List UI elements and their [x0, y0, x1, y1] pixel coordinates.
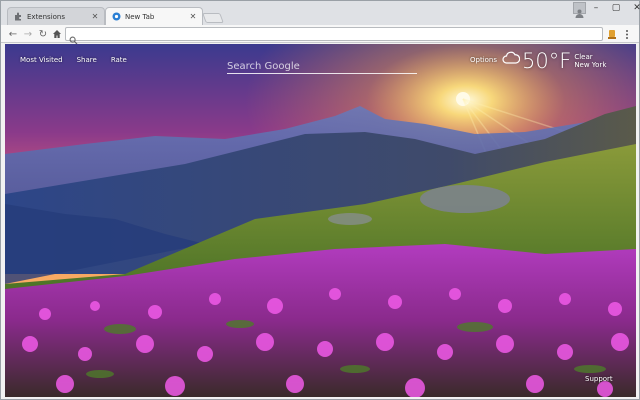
most-visited-link[interactable]: Most Visited	[20, 56, 63, 64]
menu-dots-icon[interactable]	[621, 28, 633, 40]
extension-icon[interactable]	[606, 28, 618, 40]
weather-temperature: 50°F	[522, 49, 572, 73]
new-tab-button[interactable]	[202, 13, 224, 23]
close-window-icon[interactable]: ✕	[626, 1, 640, 15]
new-tab-page: Most Visited Share Rate Options 50°F Cle…	[5, 44, 636, 397]
weather-condition: Clear	[574, 53, 593, 61]
toolbar: ← → ↻	[1, 25, 639, 45]
home-icon[interactable]	[51, 28, 63, 40]
maximize-icon[interactable]: ▢	[606, 1, 626, 15]
weather-city: New York	[574, 61, 607, 69]
tab-new-tab[interactable]: New Tab ✕	[105, 7, 203, 25]
support-link[interactable]: Support	[585, 375, 613, 383]
close-tab-icon[interactable]: ✕	[90, 12, 100, 22]
cloud-icon	[502, 50, 521, 69]
weather-location: Clear New York	[574, 53, 606, 69]
close-tab-icon[interactable]: ✕	[188, 12, 198, 22]
forward-arrow-icon[interactable]: →	[22, 28, 34, 40]
search-box[interactable]	[227, 54, 417, 76]
minimize-icon[interactable]: –	[586, 1, 606, 15]
tab-extensions[interactable]: Extensions ✕	[7, 7, 105, 25]
background-landscape-image	[5, 44, 636, 397]
tab-title: Extensions	[27, 12, 66, 21]
top-links: Most Visited Share Rate	[20, 56, 127, 64]
back-arrow-icon[interactable]: ←	[7, 28, 19, 40]
address-bar[interactable]	[65, 27, 603, 45]
options-link[interactable]: Options	[470, 56, 497, 64]
puzzle-icon	[14, 12, 23, 21]
share-link[interactable]: Share	[77, 56, 97, 64]
search-input[interactable]	[227, 57, 417, 76]
search-icon	[69, 30, 78, 45]
reload-icon[interactable]: ↻	[37, 28, 49, 40]
address-input[interactable]	[80, 29, 595, 40]
tab-strip: Extensions ✕ New Tab ✕ – ▢ ✕	[1, 1, 640, 25]
window-controls: – ▢ ✕	[586, 1, 640, 17]
profile-icon[interactable]	[573, 2, 586, 18]
newtab-favicon-icon	[112, 12, 121, 21]
weather-widget[interactable]: 50°F Clear New York	[502, 50, 606, 72]
rate-link[interactable]: Rate	[111, 56, 127, 64]
tab-title: New Tab	[125, 12, 155, 21]
browser-window: Extensions ✕ New Tab ✕ – ▢ ✕ ← → ↻ Most …	[0, 0, 640, 400]
